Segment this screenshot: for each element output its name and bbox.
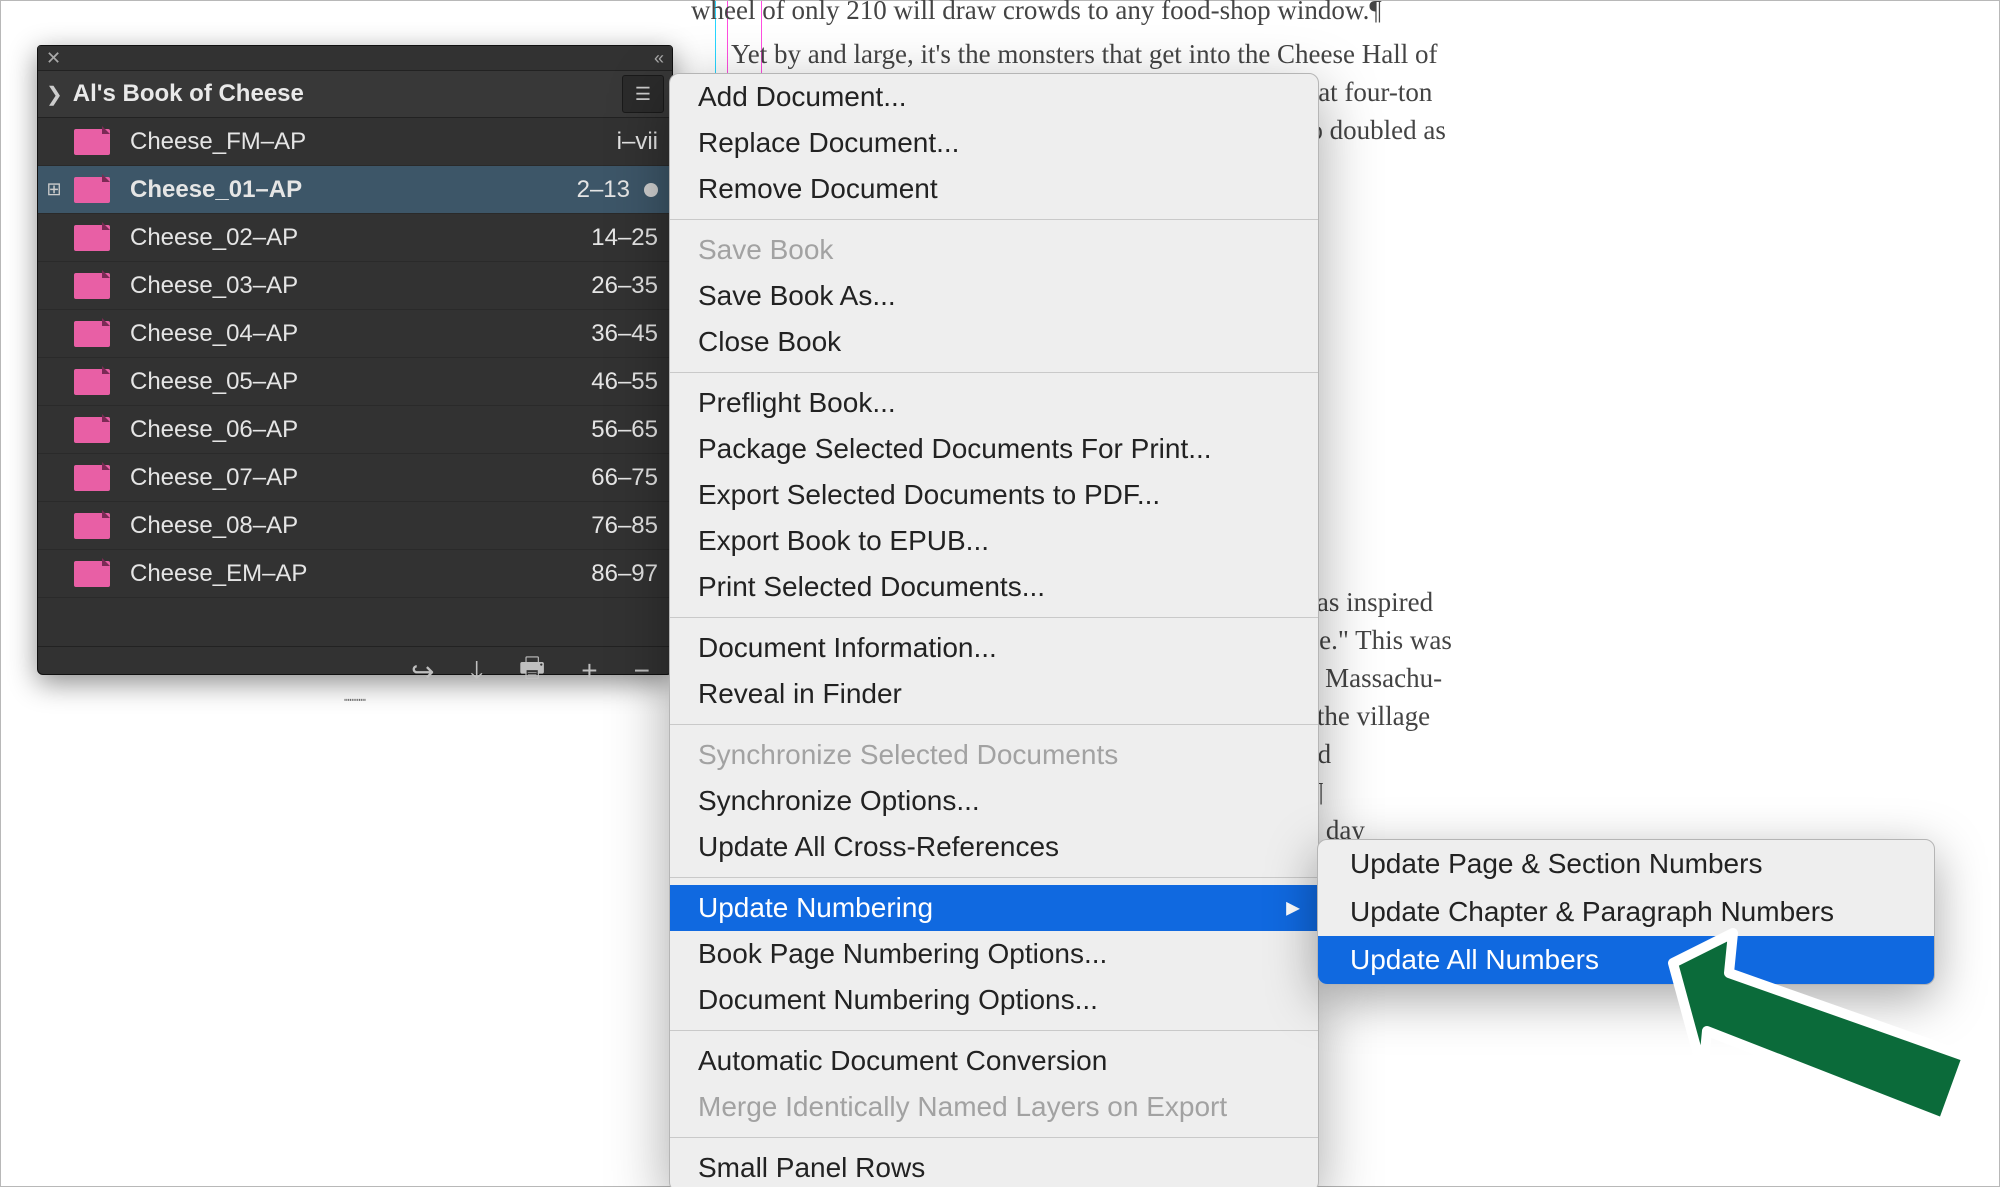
document-name: Cheese_FM–AP [130,128,538,156]
menu-separator [670,372,1318,373]
document-name: Cheese_06–AP [130,416,538,444]
save-book-icon[interactable]: ⤓ [470,655,482,688]
menu-item: Merge Identically Named Layers on Export [670,1084,1318,1130]
indesign-doc-icon [74,177,110,203]
menu-item[interactable]: Preflight Book... [670,380,1318,426]
indesign-doc-icon [74,417,110,443]
menu-item[interactable]: Book Page Numbering Options... [670,931,1318,977]
panel-menu-button[interactable]: ☰ [622,75,664,113]
panel-resize-grip[interactable]: ┉┉┉ [38,695,672,705]
book-document-row[interactable]: Cheese_03–AP26–35 [38,262,672,310]
print-icon[interactable]: 🖶 [519,647,545,695]
collapse-icon[interactable]: « [654,48,664,69]
document-name: Cheese_08–AP [130,512,538,540]
menu-item: Synchronize Selected Documents [670,732,1318,778]
page-range: 66–75 [538,464,658,492]
book-document-row[interactable]: Cheese_04–AP36–45 [38,310,672,358]
indesign-doc-icon [74,561,110,587]
book-document-row[interactable]: Cheese_08–AP76–85 [38,502,672,550]
menu-item[interactable]: Export Selected Documents to PDF... [670,472,1318,518]
menu-separator [670,877,1318,878]
indesign-doc-icon [74,321,110,347]
close-icon[interactable]: ✕ [46,48,61,69]
panel-title-bar: ❯ Al's Book of Cheese ☰ [38,70,672,118]
panel-header-strip: ✕ « [38,46,672,70]
page-range: 14–25 [538,224,658,252]
menu-item[interactable]: Small Panel Rows [670,1145,1318,1187]
style-source-icon: ⊞ [40,179,68,200]
menu-separator [670,219,1318,220]
book-document-list: Cheese_FM–APi–vii ⊞ Cheese_01–AP2–13 Cheese… [38,118,672,598]
page-range: 26–35 [538,272,658,300]
page-range: i–vii [538,128,658,156]
menu-item[interactable]: Add Document... [670,74,1318,120]
page-range: 56–65 [538,416,658,444]
page-range: 76–85 [538,512,658,540]
panel-filler [38,598,672,647]
page-range: 46–55 [538,368,658,396]
book-document-row[interactable]: ⊞ Cheese_01–AP2–13 [38,166,672,214]
menu-item[interactable]: Replace Document... [670,120,1318,166]
book-title: Al's Book of Cheese [73,80,304,108]
book-document-row[interactable]: Cheese_06–AP56–65 [38,406,672,454]
document-name: Cheese_EM–AP [130,560,538,588]
menu-item[interactable]: Document Numbering Options... [670,977,1318,1023]
pointer-arrow-annotation [1667,927,1987,1137]
book-document-row[interactable]: Cheese_FM–APi–vii [38,118,672,166]
document-name: Cheese_04–AP [130,320,538,348]
menu-item[interactable]: Print Selected Documents... [670,564,1318,610]
menu-item[interactable]: Document Information... [670,625,1318,671]
sync-icon[interactable]: ↪ [411,655,434,688]
menu-item[interactable]: Update All Cross-References [670,824,1318,870]
book-document-row[interactable]: Cheese_05–AP46–55 [38,358,672,406]
panel-context-menu[interactable]: Add Document...Replace Document...Remove… [669,73,1319,1187]
page-range: 2–13 [510,176,630,204]
menu-item[interactable]: Close Book [670,319,1318,365]
book-document-row[interactable]: Cheese_EM–AP86–97 [38,550,672,598]
menu-item[interactable]: Remove Document [670,166,1318,212]
indesign-doc-icon [74,225,110,251]
panel-toolbar: ↪ ⤓ 🖶 + − [38,647,672,695]
document-name: Cheese_07–AP [130,464,538,492]
menu-separator [670,1030,1318,1031]
app-stage: wheel of only 210 will draw crowds to an… [0,0,2000,1187]
book-document-row[interactable]: Cheese_02–AP14–25 [38,214,672,262]
indesign-doc-icon [74,129,110,155]
open-doc-indicator-icon [644,183,658,197]
indesign-doc-icon [74,369,110,395]
page-range: 36–45 [538,320,658,348]
menu-separator [670,1137,1318,1138]
indesign-doc-icon [74,513,110,539]
document-name: Cheese_03–AP [130,272,538,300]
page-range: 86–97 [538,560,658,588]
remove-document-icon[interactable]: − [634,655,650,687]
document-name: Cheese_02–AP [130,224,538,252]
book-document-row[interactable]: Cheese_07–AP66–75 [38,454,672,502]
chevron-down-icon[interactable]: ❯ [46,82,63,107]
indesign-doc-icon [74,465,110,491]
menu-item[interactable]: Automatic Document Conversion [670,1038,1318,1084]
menu-separator [670,724,1318,725]
submenu-item[interactable]: Update Page & Section Numbers [1318,840,1934,888]
document-name: Cheese_01–AP [130,176,510,204]
doc-line: wheel of only 210 will draw crowds to an… [691,0,1989,29]
book-panel[interactable]: ✕ « ❯ Al's Book of Cheese ☰ Cheese_FM–AP… [37,45,673,675]
menu-item[interactable]: Export Book to EPUB... [670,518,1318,564]
menu-item[interactable]: Update Numbering [670,885,1318,931]
add-document-icon[interactable]: + [581,655,597,687]
menu-item[interactable]: Reveal in Finder [670,671,1318,717]
menu-item[interactable]: Save Book As... [670,273,1318,319]
document-name: Cheese_05–AP [130,368,538,396]
menu-item[interactable]: Synchronize Options... [670,778,1318,824]
menu-separator [670,617,1318,618]
doc-line: Yet by and large, it's the monsters that… [691,35,1989,73]
menu-item: Save Book [670,227,1318,273]
indesign-doc-icon [74,273,110,299]
menu-item[interactable]: Package Selected Documents For Print... [670,426,1318,472]
